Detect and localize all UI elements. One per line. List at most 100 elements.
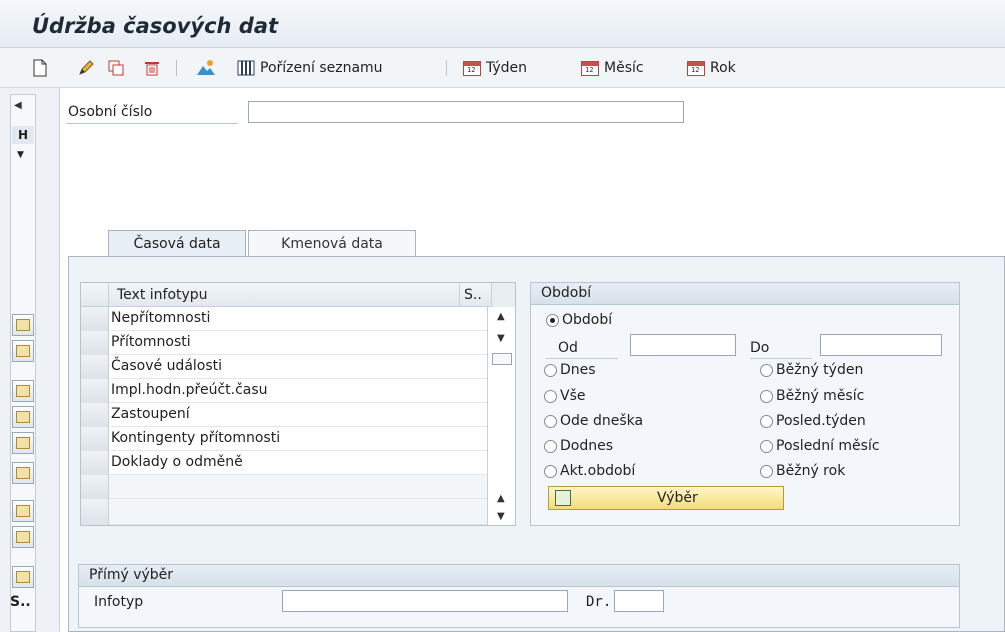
- personal-number-input[interactable]: [248, 101, 684, 123]
- radio-until-today[interactable]: Dodnes: [544, 438, 613, 454]
- scroll-down-icon[interactable]: ▼: [497, 333, 505, 344]
- column-header-s[interactable]: S..: [459, 283, 491, 307]
- month-button[interactable]: 12 Měsíc: [580, 57, 644, 79]
- radio-label: Období: [562, 312, 613, 328]
- rail-button-1[interactable]: [12, 314, 34, 336]
- week-button[interactable]: 12 Týden: [462, 57, 527, 79]
- collapse-arrow-icon[interactable]: ◀: [14, 100, 22, 111]
- radio-label: Dodnes: [560, 438, 614, 454]
- row-selector[interactable]: [81, 379, 109, 403]
- sort-ascending-icon: [16, 385, 30, 397]
- radio-period[interactable]: Období: [546, 312, 612, 328]
- row-selector[interactable]: [81, 355, 109, 379]
- radio-circle[interactable]: [760, 464, 773, 478]
- calendar-icon: 12: [580, 58, 600, 78]
- rail-button-6[interactable]: [12, 462, 34, 484]
- table-row[interactable]: Přítomnosti: [81, 331, 487, 355]
- radio-circle[interactable]: [544, 439, 557, 453]
- chevron-down-icon[interactable]: ▼: [17, 150, 24, 160]
- delete-button[interactable]: [142, 57, 162, 79]
- row-text: Impl.hodn.přeúčt.času: [111, 382, 268, 398]
- scroll-down-icon[interactable]: ▼: [497, 511, 505, 522]
- subtype-input[interactable]: [614, 590, 664, 612]
- select-button-label: Výběr: [657, 490, 698, 506]
- table-row[interactable]: Časové události: [81, 355, 487, 379]
- column-header-text[interactable]: Text infotypu: [117, 287, 208, 303]
- from-date-input[interactable]: [630, 334, 736, 356]
- tab-master-data[interactable]: Kmenová data: [248, 230, 416, 256]
- rail-button-9[interactable]: [12, 566, 34, 588]
- year-button[interactable]: 12 Rok: [686, 57, 736, 79]
- export-icon: [16, 531, 30, 543]
- rail-button-7[interactable]: [12, 500, 34, 522]
- radio-circle[interactable]: [546, 313, 559, 327]
- row-selector[interactable]: [81, 403, 109, 427]
- to-date-input[interactable]: [820, 334, 942, 356]
- radio-label: Akt.období: [560, 463, 636, 479]
- radio-label: Běžný týden: [776, 362, 864, 378]
- scroll-up-icon[interactable]: ▲: [497, 493, 505, 504]
- radio-current-week[interactable]: Běžný týden: [760, 362, 863, 378]
- table-row[interactable]: Impl.hodn.přeúčt.času: [81, 379, 487, 403]
- personal-number-label: Osobní číslo: [68, 104, 153, 120]
- copy-button[interactable]: [106, 57, 126, 79]
- radio-today[interactable]: Dnes: [544, 362, 596, 378]
- radio-circle[interactable]: [544, 464, 557, 478]
- table-row[interactable]: Doklady o odměně: [81, 451, 487, 475]
- sum-icon: [16, 467, 30, 479]
- radio-current-month[interactable]: Běžný měsíc: [760, 388, 864, 404]
- radio-all[interactable]: Vše: [544, 388, 585, 404]
- overview-button[interactable]: [196, 57, 216, 79]
- rail-button-4[interactable]: [12, 406, 34, 428]
- row-selector[interactable]: [81, 307, 109, 331]
- row-selector[interactable]: [81, 331, 109, 355]
- table-row-empty: [81, 499, 487, 525]
- row-selector[interactable]: [81, 427, 109, 451]
- rail-button-3[interactable]: [12, 380, 34, 402]
- table-row[interactable]: Zastoupení: [81, 403, 487, 427]
- infotype-input[interactable]: [282, 590, 568, 612]
- scroll-thumb[interactable]: [492, 353, 512, 365]
- create-button[interactable]: [30, 57, 50, 79]
- radio-from-today[interactable]: Ode dneška: [544, 413, 643, 429]
- direct-selection-title: Přímý výběr: [79, 565, 959, 587]
- table-row[interactable]: Nepřítomnosti: [81, 307, 487, 331]
- radio-current-period[interactable]: Akt.období: [544, 463, 635, 479]
- rail-button-2[interactable]: [12, 340, 34, 362]
- from-label: Od: [546, 340, 618, 359]
- radio-current-year[interactable]: Běžný rok: [760, 463, 845, 479]
- radio-last-week[interactable]: Posled.týden: [760, 413, 866, 429]
- row-selector[interactable]: [81, 499, 109, 525]
- list-entry-button[interactable]: Pořízení seznamu: [236, 57, 383, 79]
- change-button[interactable]: [76, 57, 96, 79]
- sort-descending-icon: [16, 411, 30, 423]
- row-selector[interactable]: [81, 475, 109, 499]
- radio-circle[interactable]: [760, 363, 773, 377]
- radio-circle[interactable]: [544, 389, 557, 403]
- column-settings-button[interactable]: [491, 283, 515, 307]
- scroll-up-icon[interactable]: ▲: [497, 311, 505, 322]
- select-all-cell[interactable]: [81, 283, 109, 307]
- row-selector[interactable]: [81, 451, 109, 475]
- new-document-icon: [30, 58, 50, 78]
- period-group-title: Období: [531, 283, 959, 305]
- radio-label: Vše: [560, 388, 586, 404]
- application-toolbar: Pořízení seznamu 12 Týden 12 Měsíc 12 Ro…: [0, 48, 1005, 88]
- radio-circle[interactable]: [544, 363, 557, 377]
- rail-button-8[interactable]: [12, 526, 34, 548]
- to-label: Do: [750, 340, 812, 359]
- radio-circle[interactable]: [544, 414, 557, 428]
- tab-time-data[interactable]: Časová data: [108, 230, 246, 256]
- table-row[interactable]: Kontingenty přítomnosti: [81, 427, 487, 451]
- table-scrollbar[interactable]: ▲ ▼ ▲ ▼: [487, 307, 515, 525]
- radio-last-month[interactable]: Poslední měsíc: [760, 438, 880, 454]
- radio-circle[interactable]: [760, 414, 773, 428]
- rail-button-5[interactable]: [12, 432, 34, 454]
- infotype-table: Text infotypu S.. Nepřítomnosti Přítomno…: [80, 282, 516, 526]
- page-title: Údržba časových dat: [32, 14, 279, 38]
- radio-circle[interactable]: [760, 439, 773, 453]
- select-button[interactable]: Výběr: [548, 486, 784, 510]
- row-text: Kontingenty přítomnosti: [111, 430, 281, 446]
- rail-tab-h[interactable]: H: [12, 126, 34, 144]
- radio-circle[interactable]: [760, 389, 773, 403]
